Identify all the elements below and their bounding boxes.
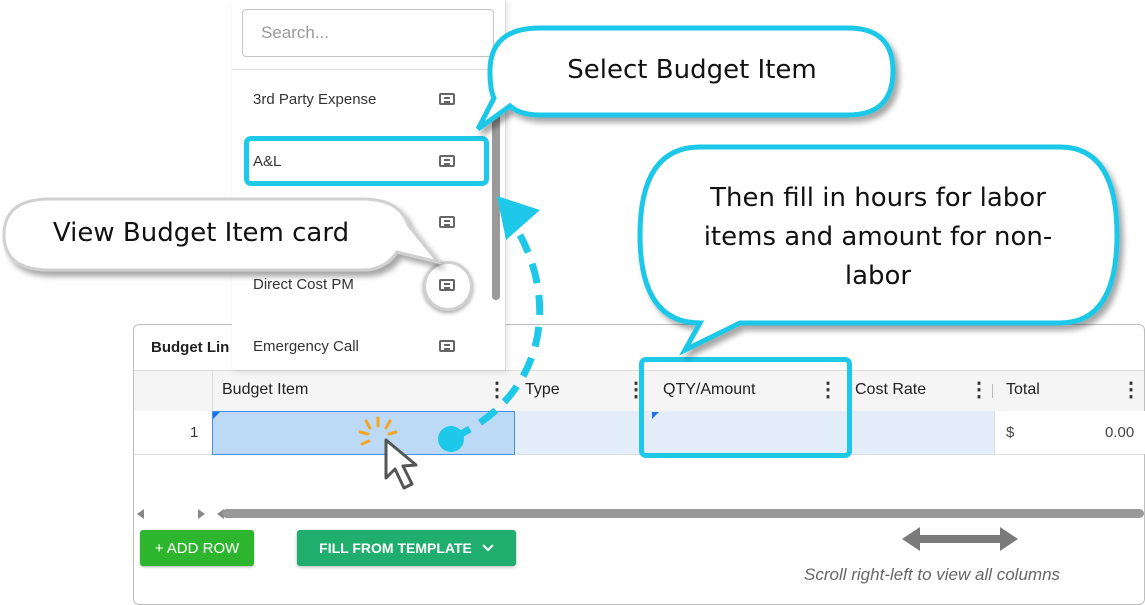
annotation-overlay — [2, 25, 1120, 490]
click-sparkle-icon — [358, 416, 398, 446]
arrow-head — [497, 196, 540, 240]
callout-select-budget-item-text: Select Budget Item — [567, 55, 817, 85]
callout-fill-in-line: labor — [844, 261, 912, 291]
dashed-arrow — [450, 233, 544, 442]
callout-view-card-text: View Budget Item card — [52, 218, 350, 248]
arrow-start-dot — [438, 426, 464, 452]
callout-fill-in-line: Then fill in hours for labor — [710, 183, 1046, 213]
callout-fill-in-line: items and amount for non- — [703, 222, 1053, 252]
callout-fill-in-text: Then fill in hours for labor items and a… — [643, 179, 1113, 296]
cursor-icon — [384, 438, 418, 490]
